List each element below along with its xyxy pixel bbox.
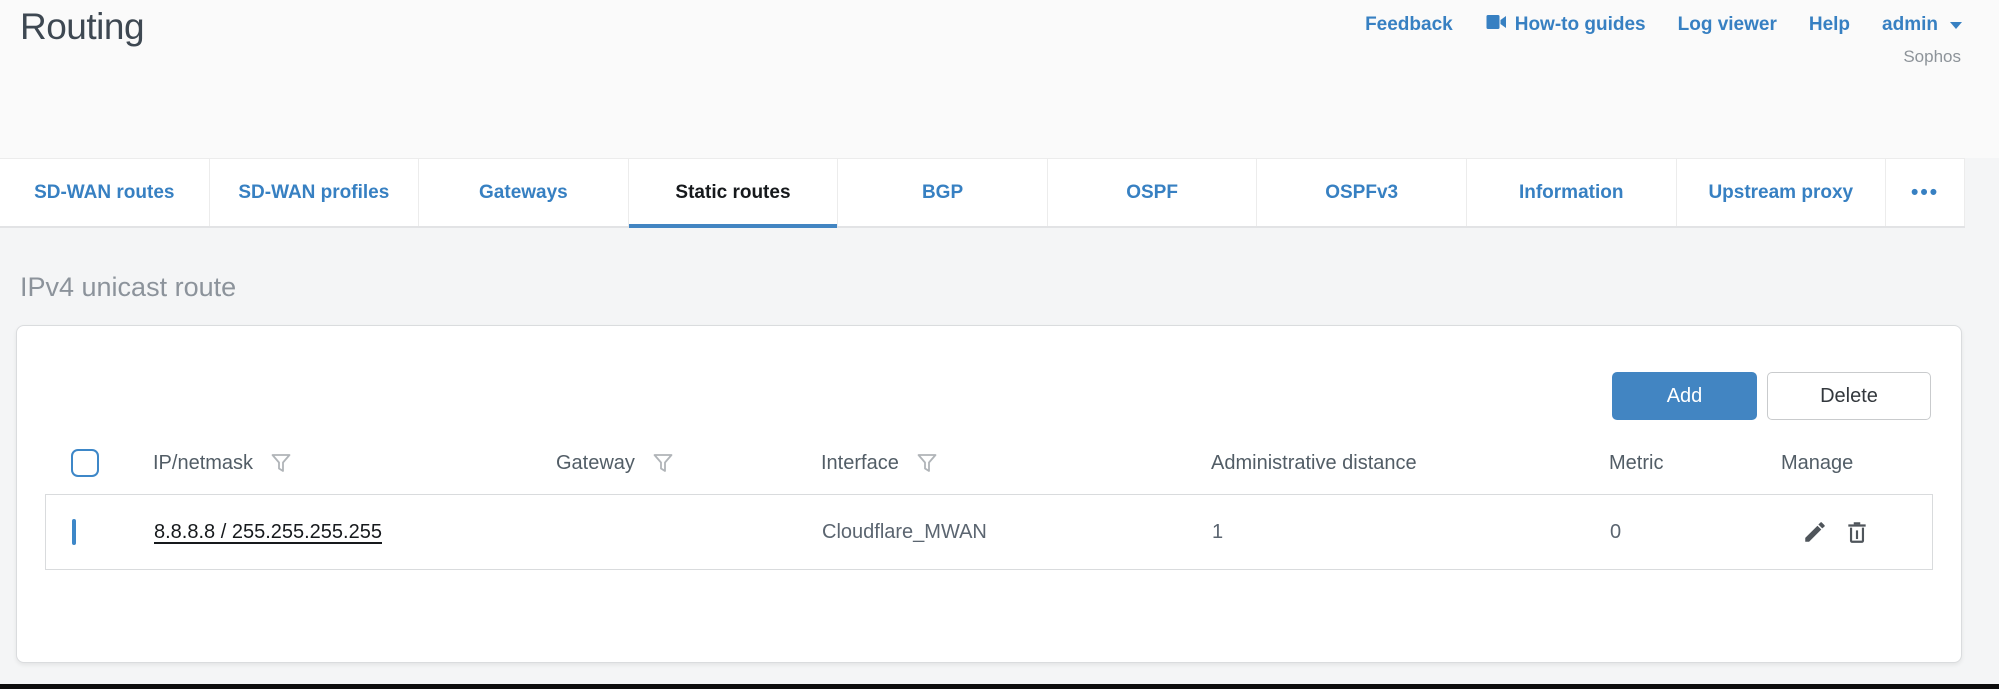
table-header-row: IP/netmask Gateway Interface Administrat… [45, 432, 1933, 494]
org-name: Sophos [1903, 47, 1961, 67]
header-metric: Metric [1609, 452, 1781, 475]
edit-pencil-icon[interactable] [1802, 519, 1828, 545]
header-gateway: Gateway [556, 451, 821, 475]
delete-trash-icon[interactable] [1844, 519, 1870, 545]
routing-tabbar: SD-WAN routes SD-WAN profiles Gateways S… [0, 158, 1965, 228]
tab-upstream-proxy[interactable]: Upstream proxy [1677, 159, 1887, 226]
header-distance: Administrative distance [1211, 452, 1609, 475]
tab-bgp[interactable]: BGP [838, 159, 1048, 226]
help-label: Help [1809, 14, 1850, 36]
delete-button[interactable]: Delete [1767, 372, 1931, 420]
interface-filter-icon[interactable] [915, 451, 939, 475]
top-navigation: Feedback How-to guides Log viewer Help a… [1365, 14, 1962, 36]
header-ip-netmask: IP/netmask [153, 451, 556, 475]
feedback-link[interactable]: Feedback [1365, 14, 1453, 36]
interface-header-label: Interface [821, 452, 899, 475]
distance-header-label: Administrative distance [1211, 452, 1417, 475]
row-checkbox[interactable] [72, 519, 76, 545]
row-ip-cell: 8.8.8.8 / 255.255.255.255 [154, 521, 557, 544]
tab-information[interactable]: Information [1467, 159, 1677, 226]
gateway-filter-icon[interactable] [651, 451, 675, 475]
log-viewer-link[interactable]: Log viewer [1678, 14, 1777, 36]
table-row: 8.8.8.8 / 255.255.255.255 Cloudflare_MWA… [45, 494, 1933, 570]
page-header: Routing Feedback How-to guides Log viewe… [0, 0, 1999, 158]
admin-menu[interactable]: admin [1882, 14, 1962, 36]
chevron-down-icon [1950, 22, 1962, 29]
header-checkbox-cell [45, 449, 153, 477]
tab-ospfv3[interactable]: OSPFv3 [1257, 159, 1467, 226]
manage-header-label: Manage [1781, 452, 1853, 475]
admin-label: admin [1882, 14, 1938, 36]
tab-ospf[interactable]: OSPF [1048, 159, 1258, 226]
tab-static-routes[interactable]: Static routes [629, 159, 839, 226]
gateway-header-label: Gateway [556, 452, 635, 475]
row-metric-cell: 0 [1610, 521, 1782, 544]
table-toolbar: Add Delete [17, 326, 1961, 420]
row-interface-cell: Cloudflare_MWAN [822, 521, 1212, 544]
header-interface: Interface [821, 451, 1211, 475]
howto-guides-label: How-to guides [1515, 14, 1646, 36]
add-button[interactable]: Add [1612, 372, 1757, 420]
metric-header-label: Metric [1609, 452, 1663, 475]
select-all-checkbox[interactable] [71, 449, 99, 477]
row-distance-cell: 1 [1212, 521, 1610, 544]
tab-more-ellipsis[interactable]: ••• [1886, 159, 1965, 226]
tab-sdwan-profiles[interactable]: SD-WAN profiles [210, 159, 420, 226]
help-link[interactable]: Help [1809, 14, 1850, 36]
static-routes-card: Add Delete IP/netmask Gateway Interface … [16, 325, 1962, 663]
row-manage-cell [1782, 519, 1932, 545]
tab-gateways[interactable]: Gateways [419, 159, 629, 226]
tab-sdwan-routes[interactable]: SD-WAN routes [0, 159, 210, 226]
log-viewer-label: Log viewer [1678, 14, 1777, 36]
ip-netmask-header-label: IP/netmask [153, 452, 253, 475]
video-camera-icon [1485, 14, 1507, 36]
feedback-label: Feedback [1365, 14, 1453, 36]
section-heading: IPv4 unicast route [20, 272, 1999, 303]
page-title: Routing [20, 6, 144, 48]
header-manage: Manage [1781, 452, 1933, 475]
screen-bottom-edge [0, 684, 1999, 689]
ip-filter-icon[interactable] [269, 451, 293, 475]
row-checkbox-cell [46, 521, 154, 544]
route-link[interactable]: 8.8.8.8 / 255.255.255.255 [154, 521, 382, 543]
howto-guides-link[interactable]: How-to guides [1485, 14, 1646, 36]
